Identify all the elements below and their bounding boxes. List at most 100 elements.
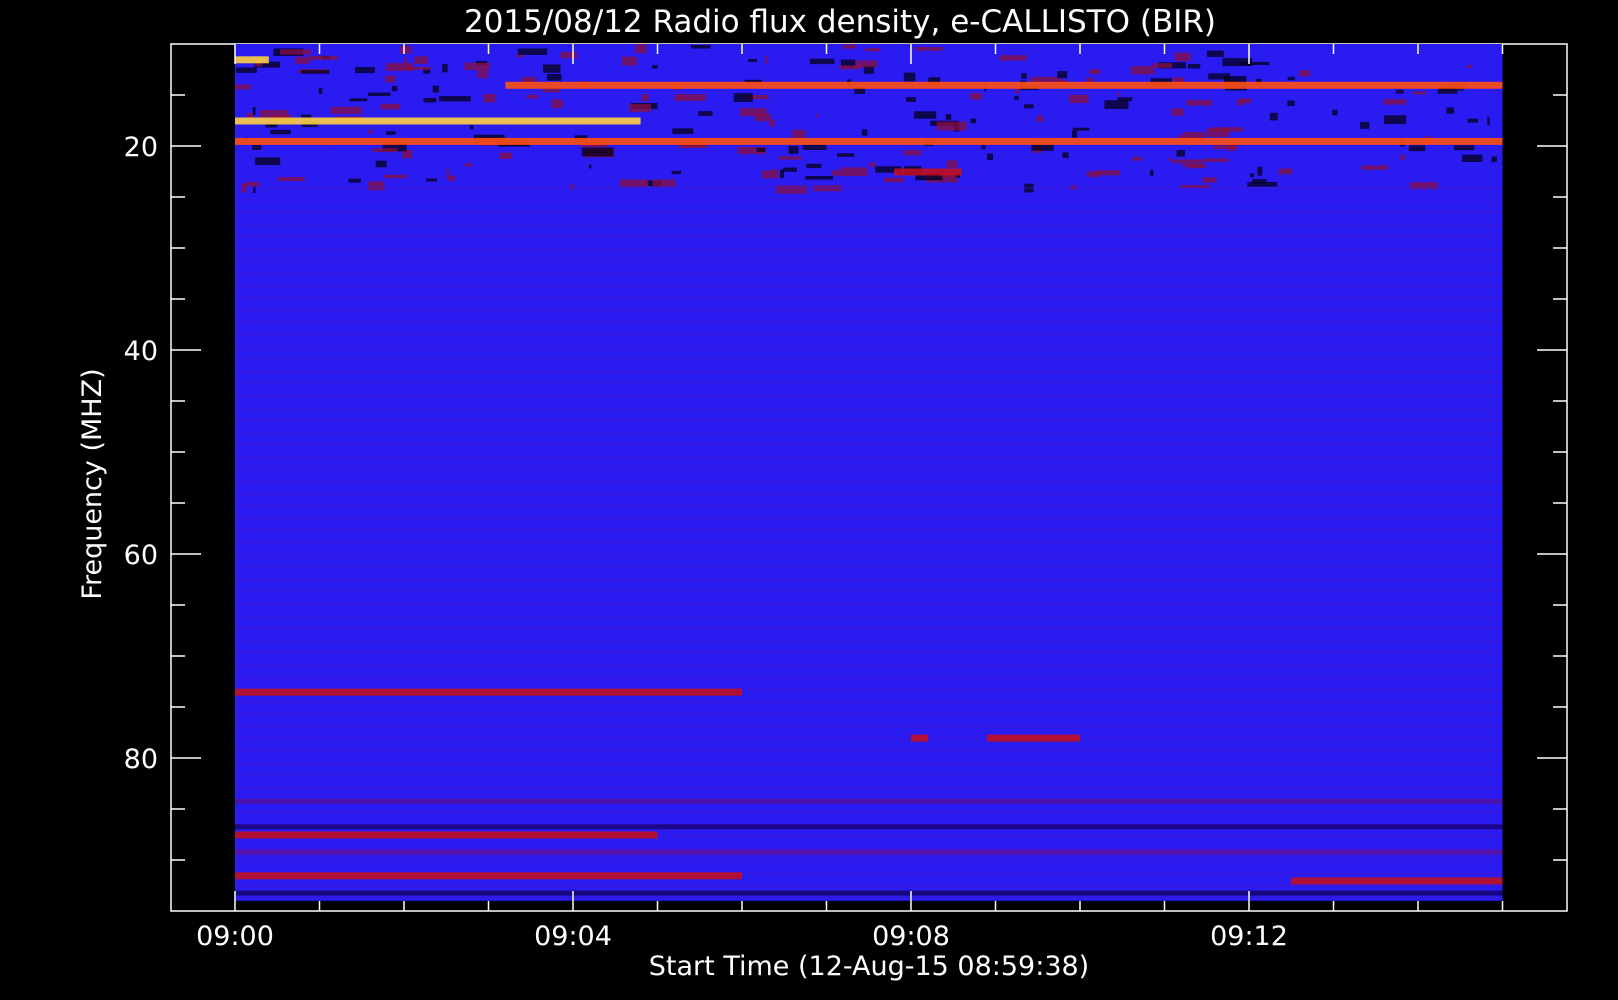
heatmap-noise (404, 66, 431, 70)
heatmap-noise (748, 58, 757, 63)
heatmap-background (235, 44, 1503, 901)
heatmap-noise (981, 145, 986, 150)
heatmap-noise (432, 85, 439, 93)
heatmap-noise (380, 103, 401, 110)
x-tick-label: 09:00 (196, 921, 274, 952)
emission-line (235, 872, 742, 880)
heatmap-band (235, 578, 1503, 581)
heatmap-noise (756, 147, 766, 152)
heatmap-band (235, 223, 1503, 226)
heatmap-noise (1400, 154, 1405, 161)
heatmap-noise (546, 73, 562, 81)
heatmap-band (235, 419, 1503, 422)
emission-line (235, 831, 658, 839)
x-tick-label: 09:04 (534, 921, 612, 952)
heatmap-band (235, 824, 1503, 830)
heatmap-noise (330, 106, 362, 114)
heatmap-noise (672, 128, 694, 134)
heatmap-noise (1332, 109, 1338, 116)
heatmap-noise (1202, 158, 1229, 163)
heatmap-noise (903, 72, 916, 82)
heatmap-noise (809, 58, 835, 65)
heatmap-band (235, 248, 1503, 250)
chart-title: 2015/08/12 Radio flux density, e-CALLIST… (464, 4, 1216, 40)
heatmap-noise (986, 153, 994, 161)
heatmap-noise (581, 147, 614, 157)
heatmap-band (235, 737, 1503, 740)
heatmap-noise (244, 181, 260, 187)
rfi-band (894, 168, 962, 176)
heatmap-noise (300, 114, 312, 118)
heatmap-noise (1072, 127, 1090, 131)
heatmap-noise (1104, 100, 1129, 109)
heatmap-noise (1359, 121, 1370, 129)
heatmap-noise (1487, 116, 1490, 126)
heatmap-noise (864, 48, 881, 52)
heatmap-noise (621, 56, 637, 66)
heatmap-noise (999, 55, 1027, 61)
heatmap-band (235, 884, 1503, 887)
heatmap-noise (355, 67, 375, 74)
heatmap-noise (1383, 99, 1407, 105)
heatmap-noise (295, 56, 310, 64)
heatmap-noise (652, 65, 658, 69)
heatmap-band (235, 725, 1503, 728)
plot-area (170, 43, 1568, 912)
heatmap-noise (1241, 98, 1252, 103)
heatmap-noise (903, 150, 922, 156)
heatmap-noise (1149, 170, 1154, 176)
heatmap-noise (1057, 71, 1068, 79)
heatmap-noise (279, 49, 312, 55)
heatmap-band (235, 186, 1503, 189)
heatmap-band (235, 847, 1503, 850)
heatmap-noise (733, 93, 753, 103)
heatmap-noise (1021, 73, 1027, 79)
heatmap-noise (309, 55, 338, 60)
heatmap-noise (375, 160, 387, 168)
heatmap-noise (318, 88, 323, 95)
heatmap-noise (1117, 97, 1133, 101)
heatmap-band (235, 394, 1503, 397)
emission-line (911, 734, 928, 742)
heatmap-band (235, 272, 1503, 275)
heatmap-noise (1461, 154, 1483, 162)
heatmap-noise (671, 170, 682, 175)
heatmap-noise (1071, 130, 1078, 138)
heatmap-band (235, 896, 1503, 899)
heatmap-noise (1227, 144, 1236, 152)
rfi-band (235, 117, 641, 125)
heatmap-noise (1117, 92, 1121, 96)
heatmap-noise (1287, 100, 1295, 106)
heatmap-band (235, 407, 1503, 410)
heatmap-noise (1014, 95, 1019, 100)
heatmap-noise (499, 152, 513, 159)
heatmap-noise (1208, 73, 1231, 80)
heatmap-band (235, 762, 1503, 765)
heatmap-noise (372, 148, 398, 153)
heatmap-noise (391, 85, 398, 92)
heatmap-noise (1023, 104, 1034, 109)
rfi-band (235, 137, 1503, 145)
heatmap-noise (1187, 63, 1201, 69)
heatmap-noise (349, 98, 368, 102)
heatmap-noise (477, 69, 488, 79)
x-tick-label: 09:08 (872, 921, 950, 952)
heatmap-noise (1186, 99, 1212, 106)
heatmap-band (235, 443, 1503, 446)
heatmap-band (235, 890, 1503, 896)
heatmap-noise (1299, 70, 1311, 77)
heatmap-noise (1446, 107, 1455, 114)
heatmap-noise (1206, 128, 1230, 137)
rfi-band (235, 56, 269, 64)
heatmap-noise (773, 168, 777, 174)
heatmap-noise (348, 178, 361, 183)
heatmap-noise (560, 52, 578, 59)
y-tick-label: 40 (124, 336, 158, 367)
heatmap-noise (1467, 118, 1479, 123)
heatmap-band (235, 713, 1503, 716)
heatmap-noise (270, 129, 291, 135)
heatmap-noise (1167, 157, 1171, 162)
y-tick-label: 80 (124, 744, 158, 775)
heatmap-band (235, 639, 1503, 642)
heatmap-band (235, 517, 1503, 520)
